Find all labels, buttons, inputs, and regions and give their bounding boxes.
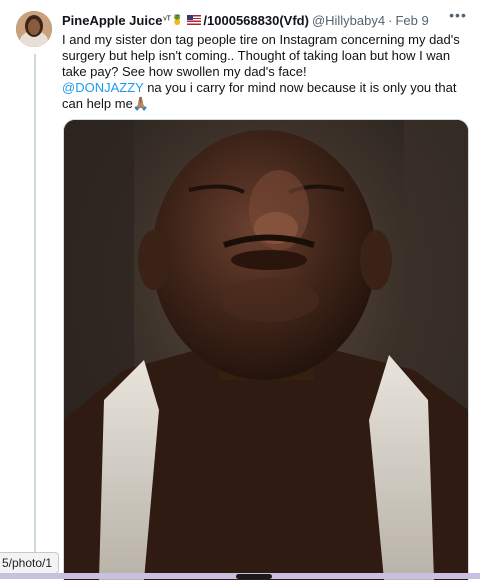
man-portrait-photo bbox=[64, 120, 468, 580]
tweet-header: PineApple Juice ᵛᵀ🍍 /1000568830(Vfd) @Hi… bbox=[62, 11, 468, 29]
status-bar-url: 5/photo/1 bbox=[0, 552, 60, 574]
tweet[interactable]: PineApple Juice ᵛᵀ🍍 /1000568830(Vfd) @Hi… bbox=[0, 0, 480, 580]
separator-dot: · bbox=[388, 12, 393, 28]
mention-link[interactable]: @DONJAZZY bbox=[62, 80, 144, 95]
more-options-icon[interactable]: ••• bbox=[448, 8, 468, 26]
tweet-photo[interactable] bbox=[63, 119, 469, 580]
thread-connector-line bbox=[34, 54, 36, 574]
display-name-suffix: /1000568830(Vfd) bbox=[203, 12, 309, 28]
us-flag-icon bbox=[187, 15, 202, 25]
display-name[interactable]: PineApple Juice bbox=[62, 13, 162, 28]
tweet-date[interactable]: Feb 9 bbox=[395, 13, 428, 28]
avatar[interactable] bbox=[16, 11, 52, 47]
sparkle-emoji-icon: ᵛᵀ🍍 bbox=[163, 14, 184, 26]
tweet-text: I and my sister don tag people tire on I… bbox=[62, 32, 462, 112]
tweet-text-body: I and my sister don tag people tire on I… bbox=[62, 32, 460, 79]
user-handle[interactable]: @Hillybaby4 bbox=[312, 13, 385, 28]
home-indicator bbox=[236, 574, 272, 579]
